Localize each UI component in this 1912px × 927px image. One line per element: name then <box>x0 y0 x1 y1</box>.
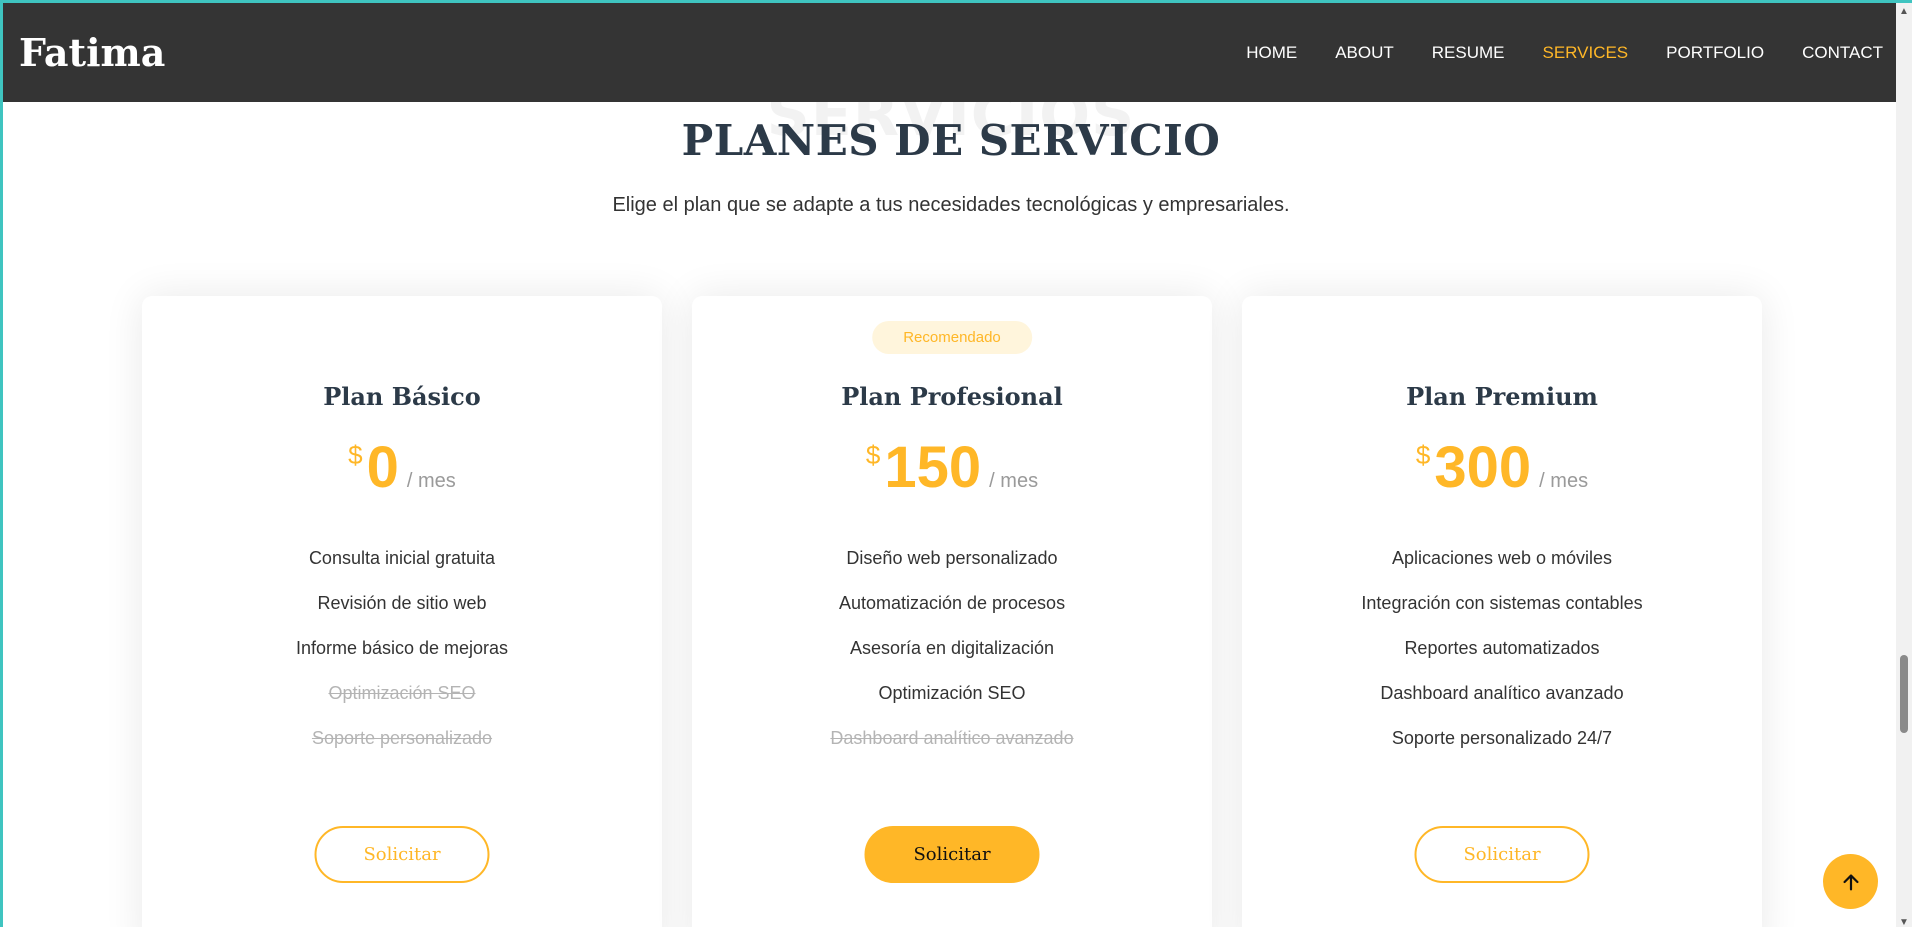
price-period: / mes <box>1539 470 1589 492</box>
feature-item-unavailable: Dashboard analítico avanzado <box>830 728 1074 748</box>
plan-name: Plan Premium <box>1406 382 1598 411</box>
price-period: / mes <box>406 470 456 492</box>
nav-portfolio[interactable]: PORTFOLIO <box>1666 43 1764 63</box>
feature-item: Asesoría en digitalización <box>849 638 1055 658</box>
back-to-top-button[interactable] <box>1823 854 1878 909</box>
plan-price: $ 150 / mes <box>692 434 1212 501</box>
nav-resume[interactable]: RESUME <box>1432 43 1505 63</box>
section-title: PLANES DE SERVICIO <box>681 116 1221 165</box>
feature-list: Diseño web personalizado Automatización … <box>692 536 1212 761</box>
plan-name: Plan Básico <box>323 382 481 411</box>
feature-item: Optimización SEO <box>878 683 1026 703</box>
price-period: / mes <box>989 470 1039 492</box>
solicitar-button[interactable]: Solicitar <box>1414 826 1590 883</box>
scroll-up-arrow-icon[interactable]: ▲ <box>1896 3 1912 19</box>
solicitar-button[interactable]: Solicitar <box>314 826 490 883</box>
pricing-card-basic: Plan Básico $ 0 / mes Consulta inicial g… <box>142 296 662 927</box>
plan-price: $ 0 / mes <box>142 434 662 501</box>
main-nav: HOME ABOUT RESUME SERVICES PORTFOLIO CON… <box>1208 43 1883 63</box>
feature-item: Reportes automatizados <box>1404 638 1600 658</box>
feature-item: Revisión de sitio web <box>317 593 487 613</box>
arrow-up-icon <box>1842 873 1859 890</box>
feature-item: Soporte personalizado 24/7 <box>1391 728 1613 748</box>
price-currency: $ <box>348 440 363 470</box>
feature-item: Diseño web personalizado <box>846 548 1058 568</box>
pricing-card-professional: Recomendado Plan Profesional $ 150 / mes… <box>692 296 1212 927</box>
section-subtitle: Elige el plan que se adapte a tus necesi… <box>612 194 1290 216</box>
price-amount: 300 <box>1434 435 1532 500</box>
feature-list: Consulta inicial gratuita Revisión de si… <box>142 536 662 761</box>
recommended-badge: Recomendado <box>872 321 1032 354</box>
feature-item-unavailable: Soporte personalizado <box>311 728 493 748</box>
plan-name: Plan Profesional <box>841 382 1063 411</box>
page-scrollbar[interactable]: ▲ ▼ <box>1896 3 1912 927</box>
feature-item: Aplicaciones web o móviles <box>1391 548 1613 568</box>
price-currency: $ <box>865 440 881 470</box>
feature-item: Integración con sistemas contables <box>1361 593 1643 613</box>
feature-item: Dashboard analítico avanzado <box>1380 683 1624 703</box>
feature-list: Aplicaciones web o móviles Integración c… <box>1242 536 1762 761</box>
nav-about[interactable]: ABOUT <box>1335 43 1394 63</box>
scrollbar-thumb[interactable] <box>1900 655 1908 733</box>
price-amount: 0 <box>366 435 399 500</box>
feature-item: Consulta inicial gratuita <box>308 548 496 568</box>
pricing-card-premium: Plan Premium $ 300 / mes Aplicaciones we… <box>1242 296 1762 927</box>
scroll-down-arrow-icon[interactable]: ▼ <box>1896 914 1912 927</box>
pricing-section: SERVICIOS PLANES DE SERVICIO Elige el pl… <box>3 102 1899 927</box>
plan-price: $ 300 / mes <box>1242 434 1762 501</box>
feature-item: Automatización de procesos <box>838 593 1066 613</box>
site-logo[interactable]: Fatima <box>19 30 165 75</box>
price-amount: 150 <box>884 435 982 500</box>
feature-item-unavailable: Optimización SEO <box>328 683 476 703</box>
nav-services[interactable]: SERVICES <box>1542 43 1628 63</box>
site-header: Fatima HOME ABOUT RESUME SERVICES PORTFO… <box>3 3 1899 102</box>
nav-contact[interactable]: CONTACT <box>1802 43 1883 63</box>
solicitar-button[interactable]: Solicitar <box>864 826 1040 883</box>
nav-home[interactable]: HOME <box>1246 43 1297 63</box>
price-currency: $ <box>1415 440 1431 470</box>
feature-item: Informe básico de mejoras <box>295 638 509 658</box>
